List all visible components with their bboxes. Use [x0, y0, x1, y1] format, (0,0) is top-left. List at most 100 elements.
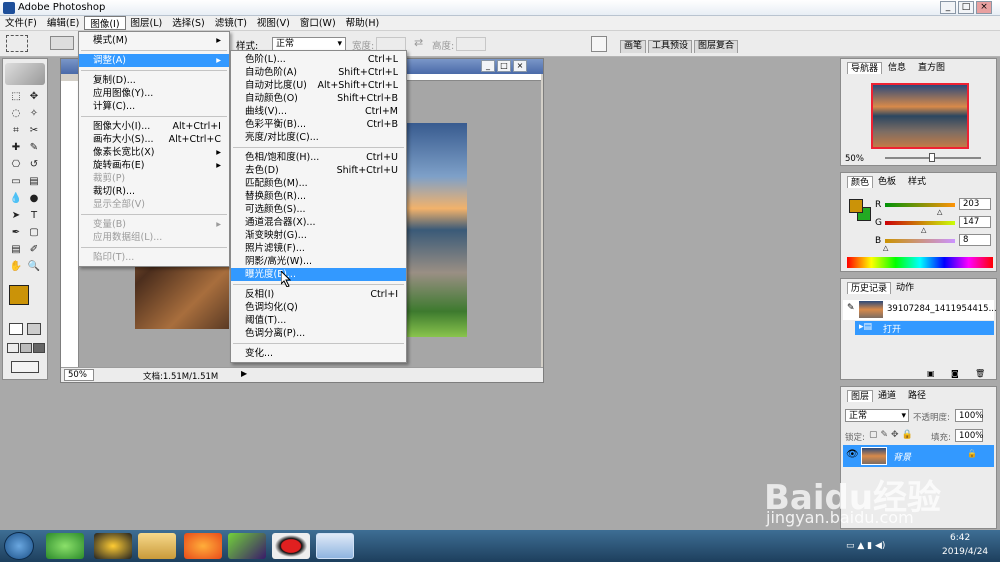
brush-tool-icon[interactable]: ✎ — [27, 142, 41, 154]
menu-filter[interactable]: 滤镜(T) — [210, 16, 252, 30]
menu-item[interactable]: 色调分离(P)... — [231, 327, 406, 340]
menu-item[interactable]: 通道混合器(X)... — [231, 216, 406, 229]
jump-to-imageready-icon[interactable] — [11, 361, 39, 373]
menu-item[interactable]: 旋转画布(E) ▸ — [79, 159, 229, 172]
type-tool-icon[interactable]: T — [27, 210, 41, 222]
blur-tool-icon[interactable]: 💧 — [9, 193, 23, 205]
layer-row-background[interactable]: 👁 背景 🔒 — [843, 445, 994, 467]
eraser-tool-icon[interactable]: ▭ — [9, 176, 23, 188]
menu-file[interactable]: 文件(F) — [0, 16, 42, 30]
swap-icon[interactable]: ⇄ — [414, 36, 423, 49]
menu-item[interactable]: 自动对比度(U) Alt+Shift+Ctrl+L — [231, 79, 406, 92]
clone-stamp-tool-icon[interactable]: ⎔ — [9, 159, 23, 171]
menu-item[interactable]: 曲线(V)... Ctrl+M — [231, 105, 406, 118]
crop-tool-icon[interactable]: ⌗ — [9, 125, 23, 137]
g-slider[interactable] — [885, 221, 955, 225]
menu-item[interactable]: 阴影/高光(W)... — [231, 255, 406, 268]
tab-color[interactable]: 颜色 — [847, 176, 874, 188]
height-field[interactable] — [456, 37, 486, 51]
history-new-doc-icon[interactable]: ▣ — [927, 369, 935, 378]
r-slider-thumb[interactable]: △ — [937, 208, 942, 216]
menu-layer[interactable]: 图层(L) — [126, 16, 168, 30]
history-trash-icon[interactable]: 🗑 — [975, 369, 985, 378]
menu-item[interactable]: 阈值(T)... — [231, 314, 406, 327]
menu-window[interactable]: 窗口(W) — [295, 16, 341, 30]
tray-time[interactable]: 6:42 — [950, 533, 970, 543]
path-select-tool-icon[interactable]: ➤ — [9, 210, 23, 222]
b-value[interactable]: 8 — [959, 234, 991, 246]
layer-visibility-eye-icon[interactable]: 👁 — [846, 449, 859, 460]
tab-styles[interactable]: 样式 — [905, 176, 929, 188]
menu-select[interactable]: 选择(S) — [167, 16, 209, 30]
menu-item[interactable]: 色相/饱和度(H)... Ctrl+U — [231, 151, 406, 164]
menu-item[interactable]: 计算(C)... — [79, 100, 229, 113]
marquee-tool-icon[interactable]: ⬚ — [9, 91, 23, 103]
menu-item[interactable]: 色阶(L)... Ctrl+L — [231, 53, 406, 66]
screen-mode-full-icon[interactable] — [33, 343, 45, 353]
eyedropper-tool-icon[interactable]: ✐ — [27, 244, 41, 256]
pen-tool-icon[interactable]: ✒ — [9, 227, 23, 239]
screen-mode-standard-icon[interactable] — [7, 343, 19, 353]
doc-minimize-button[interactable]: _ — [481, 60, 495, 72]
tab-tool-presets[interactable]: 工具预设 — [648, 40, 693, 53]
gradient-tool-icon[interactable]: ▤ — [27, 176, 41, 188]
menu-item[interactable]: 像素长宽比(X) ▸ — [79, 146, 229, 159]
move-tool-icon[interactable]: ✥ — [27, 91, 41, 103]
menu-item[interactable]: 可选颜色(S)... — [231, 203, 406, 216]
color-spectrum-bar[interactable] — [847, 257, 993, 268]
zoom-tool-icon[interactable]: 🔍 — [27, 261, 41, 273]
history-state-open[interactable]: ▸▤ 打开 — [855, 321, 994, 335]
taskbar-recorder-icon[interactable] — [272, 533, 310, 559]
menu-item[interactable]: 照片滤镜(F)... — [231, 242, 406, 255]
menu-item[interactable]: 调整(A) ▸ — [79, 54, 229, 67]
r-value[interactable]: 203 — [959, 198, 991, 210]
g-slider-thumb[interactable]: △ — [921, 226, 926, 234]
dodge-tool-icon[interactable]: ● — [27, 193, 41, 205]
menu-item[interactable]: 渐变映射(G)... — [231, 229, 406, 242]
tab-actions[interactable]: 动作 — [893, 282, 917, 294]
menu-help[interactable]: 帮助(H) — [341, 16, 385, 30]
minimize-button[interactable]: _ — [940, 1, 956, 14]
menu-item[interactable]: 亮度/对比度(C)... — [231, 131, 406, 144]
menu-item[interactable]: 自动色阶(A) Shift+Ctrl+L — [231, 66, 406, 79]
tab-layers[interactable]: 图层 — [847, 390, 874, 402]
close-button[interactable]: × — [976, 1, 992, 14]
menu-item[interactable]: 色彩平衡(B)... Ctrl+B — [231, 118, 406, 131]
magic-wand-tool-icon[interactable]: ✧ — [27, 108, 41, 120]
taskbar-iqiyi-icon[interactable] — [228, 533, 266, 559]
tray-date[interactable]: 2019/4/24 — [942, 547, 988, 557]
taskbar-photoshop-icon[interactable] — [316, 533, 354, 559]
history-brush-tool-icon[interactable]: ↺ — [27, 159, 41, 171]
menu-item[interactable]: 替换颜色(R)... — [231, 190, 406, 203]
navigator-thumbnail[interactable] — [871, 83, 969, 149]
tab-histogram[interactable]: 直方图 — [915, 62, 948, 74]
standard-mode-icon[interactable] — [9, 323, 23, 335]
opacity-field[interactable]: 100% — [955, 409, 983, 422]
tab-channels[interactable]: 通道 — [875, 390, 899, 402]
menu-item[interactable]: 模式(M) ▸ — [79, 34, 229, 47]
doc-maximize-button[interactable]: □ — [497, 60, 511, 72]
navigator-zoom[interactable]: 50% — [845, 154, 864, 164]
taskbar-qq-icon[interactable] — [94, 533, 132, 559]
menu-item[interactable]: 曝光度(E)... — [231, 268, 406, 281]
start-button[interactable] — [4, 532, 34, 560]
taskbar-firefox-icon[interactable] — [184, 533, 222, 559]
tab-swatches[interactable]: 色板 — [875, 176, 899, 188]
history-snapshot-row[interactable]: ✎ 39107284_1411954415... — [843, 300, 997, 320]
doc-close-button[interactable]: × — [513, 60, 527, 72]
status-menu-arrow-icon[interactable]: ▶ — [241, 369, 251, 380]
menu-edit[interactable]: 编辑(E) — [42, 16, 84, 30]
menu-item[interactable]: 图像大小(I)... Alt+Ctrl+I — [79, 120, 229, 133]
tab-info[interactable]: 信息 — [885, 62, 909, 74]
menu-item[interactable]: 反相(I) Ctrl+I — [231, 288, 406, 301]
lasso-tool-icon[interactable]: ◌ — [9, 108, 23, 120]
g-value[interactable]: 147 — [959, 216, 991, 228]
tab-history[interactable]: 历史记录 — [847, 282, 892, 294]
menu-item[interactable]: 色调均化(Q) — [231, 301, 406, 314]
tab-layer-comps[interactable]: 图层复合 — [694, 40, 739, 53]
menu-item[interactable]: 去色(D) Shift+Ctrl+U — [231, 164, 406, 177]
blend-mode-select[interactable]: 正常 ▾ — [845, 409, 909, 422]
zoom-field[interactable]: 50% — [64, 369, 94, 381]
color-fg-swatch[interactable] — [849, 199, 863, 213]
screen-mode-full-menu-icon[interactable] — [20, 343, 32, 353]
